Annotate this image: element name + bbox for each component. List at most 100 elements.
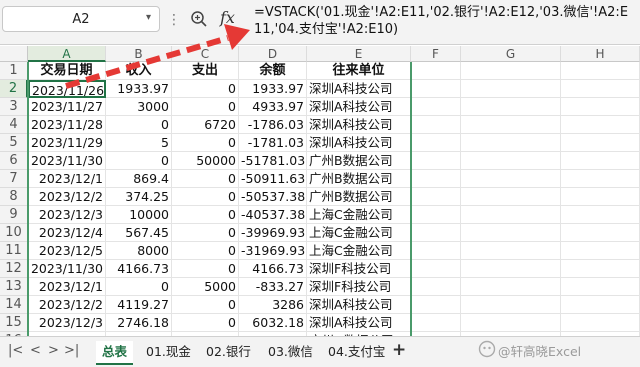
date-cell[interactable]: 2023/12/2 (28, 188, 106, 206)
empty-cell[interactable] (561, 296, 640, 314)
column-header-h[interactable]: H (561, 46, 640, 62)
empty-cell[interactable] (461, 296, 561, 314)
empty-cell[interactable] (561, 188, 640, 206)
header-cell[interactable]: 余额 (239, 62, 307, 80)
row-header-5[interactable]: 5 (0, 134, 28, 152)
date-cell[interactable]: 2023/12/4 (28, 224, 106, 242)
empty-cell[interactable] (411, 80, 461, 98)
date-cell[interactable]: 2023/11/27 (28, 98, 106, 116)
number-cell[interactable]: 1933.97 (106, 80, 172, 98)
empty-cell[interactable] (561, 314, 640, 332)
empty-cell[interactable] (561, 62, 640, 80)
number-cell[interactable]: 0 (172, 314, 239, 332)
empty-cell[interactable] (411, 188, 461, 206)
date-cell[interactable]: 2023/11/30 (28, 152, 106, 170)
tab-sheet-2[interactable]: 02.银行 (200, 341, 257, 363)
add-sheet-button[interactable]: + (392, 340, 406, 360)
empty-cell[interactable] (411, 278, 461, 296)
chevron-down-icon[interactable]: ▾ (146, 12, 151, 23)
number-cell[interactable]: 0 (172, 206, 239, 224)
empty-cell[interactable] (561, 134, 640, 152)
number-cell[interactable]: 4166.73 (239, 260, 307, 278)
empty-cell[interactable] (461, 206, 561, 224)
date-cell[interactable]: 2023/11/29 (28, 134, 106, 152)
empty-cell[interactable] (461, 80, 561, 98)
empty-cell[interactable] (561, 260, 640, 278)
row-header-10[interactable]: 10 (0, 224, 28, 242)
empty-cell[interactable] (561, 152, 640, 170)
header-cell[interactable]: 往来单位 (307, 62, 411, 80)
empty-cell[interactable] (461, 98, 561, 116)
empty-cell[interactable] (411, 134, 461, 152)
column-header-f[interactable]: F (411, 46, 461, 62)
number-cell[interactable]: 6720 (172, 116, 239, 134)
row-header-13[interactable]: 13 (0, 278, 28, 296)
header-cell[interactable]: 支出 (172, 62, 239, 80)
number-cell[interactable]: 5 (106, 134, 172, 152)
counterparty-cell[interactable]: 深圳F科技公司 (307, 260, 411, 278)
date-cell[interactable]: 2023/11/30 (28, 260, 106, 278)
empty-cell[interactable] (461, 242, 561, 260)
number-cell[interactable]: -833.27 (239, 278, 307, 296)
number-cell[interactable]: 0 (172, 134, 239, 152)
zoom-icon[interactable] (190, 10, 208, 28)
empty-cell[interactable] (461, 116, 561, 134)
date-cell[interactable]: 2023/12/3 (28, 206, 106, 224)
empty-cell[interactable] (461, 134, 561, 152)
empty-cell[interactable] (411, 260, 461, 278)
empty-cell[interactable] (561, 98, 640, 116)
number-cell[interactable]: 50000 (172, 152, 239, 170)
number-cell[interactable]: 0 (172, 260, 239, 278)
date-cell[interactable]: 2023/12/2 (28, 296, 106, 314)
column-header-b[interactable]: B (106, 46, 172, 62)
empty-cell[interactable] (411, 224, 461, 242)
row-header-8[interactable]: 8 (0, 188, 28, 206)
number-cell[interactable]: 6032.18 (239, 314, 307, 332)
prev-sheet-icon[interactable]: < (30, 343, 41, 358)
row-header-7[interactable]: 7 (0, 170, 28, 188)
counterparty-cell[interactable]: 上海C金融公司 (307, 224, 411, 242)
empty-cell[interactable] (461, 314, 561, 332)
empty-cell[interactable] (411, 152, 461, 170)
tab-sheet-4[interactable]: 04.支付宝 (322, 341, 391, 363)
empty-cell[interactable] (561, 224, 640, 242)
counterparty-cell[interactable]: 深圳A科技公司 (307, 134, 411, 152)
empty-cell[interactable] (411, 206, 461, 224)
number-cell[interactable]: 10000 (106, 206, 172, 224)
header-cell[interactable]: 收入 (106, 62, 172, 80)
first-sheet-icon[interactable]: |< (8, 343, 23, 358)
row-header-6[interactable]: 6 (0, 152, 28, 170)
number-cell[interactable]: 0 (172, 98, 239, 116)
empty-cell[interactable] (561, 278, 640, 296)
counterparty-cell[interactable]: 深圳A科技公司 (307, 98, 411, 116)
number-cell[interactable]: 0 (172, 242, 239, 260)
number-cell[interactable]: 0 (172, 188, 239, 206)
number-cell[interactable]: 0 (106, 152, 172, 170)
number-cell[interactable]: 0 (172, 80, 239, 98)
empty-cell[interactable] (411, 98, 461, 116)
last-sheet-icon[interactable]: >| (64, 343, 79, 358)
counterparty-cell[interactable]: 上海C金融公司 (307, 242, 411, 260)
row-header-12[interactable]: 12 (0, 260, 28, 278)
empty-cell[interactable] (561, 242, 640, 260)
tab-sheet-3[interactable]: 03.微信 (262, 341, 319, 363)
number-cell[interactable]: 5000 (172, 278, 239, 296)
empty-cell[interactable] (461, 170, 561, 188)
empty-cell[interactable] (561, 116, 640, 134)
number-cell[interactable]: -1781.03 (239, 134, 307, 152)
empty-cell[interactable] (461, 224, 561, 242)
empty-cell[interactable] (561, 80, 640, 98)
select-all-corner[interactable] (0, 46, 28, 62)
next-sheet-icon[interactable]: > (48, 343, 59, 358)
row-header-15[interactable]: 15 (0, 314, 28, 332)
date-cell[interactable]: 2023/12/3 (28, 314, 106, 332)
empty-cell[interactable] (461, 188, 561, 206)
empty-cell[interactable] (561, 206, 640, 224)
number-cell[interactable]: -1786.03 (239, 116, 307, 134)
empty-cell[interactable] (561, 170, 640, 188)
counterparty-cell[interactable]: 广州B数据公司 (307, 170, 411, 188)
date-cell[interactable]: 2023/11/28 (28, 116, 106, 134)
number-cell[interactable]: 4933.97 (239, 98, 307, 116)
column-header-a[interactable]: A (28, 46, 106, 62)
number-cell[interactable]: 2746.18 (106, 314, 172, 332)
